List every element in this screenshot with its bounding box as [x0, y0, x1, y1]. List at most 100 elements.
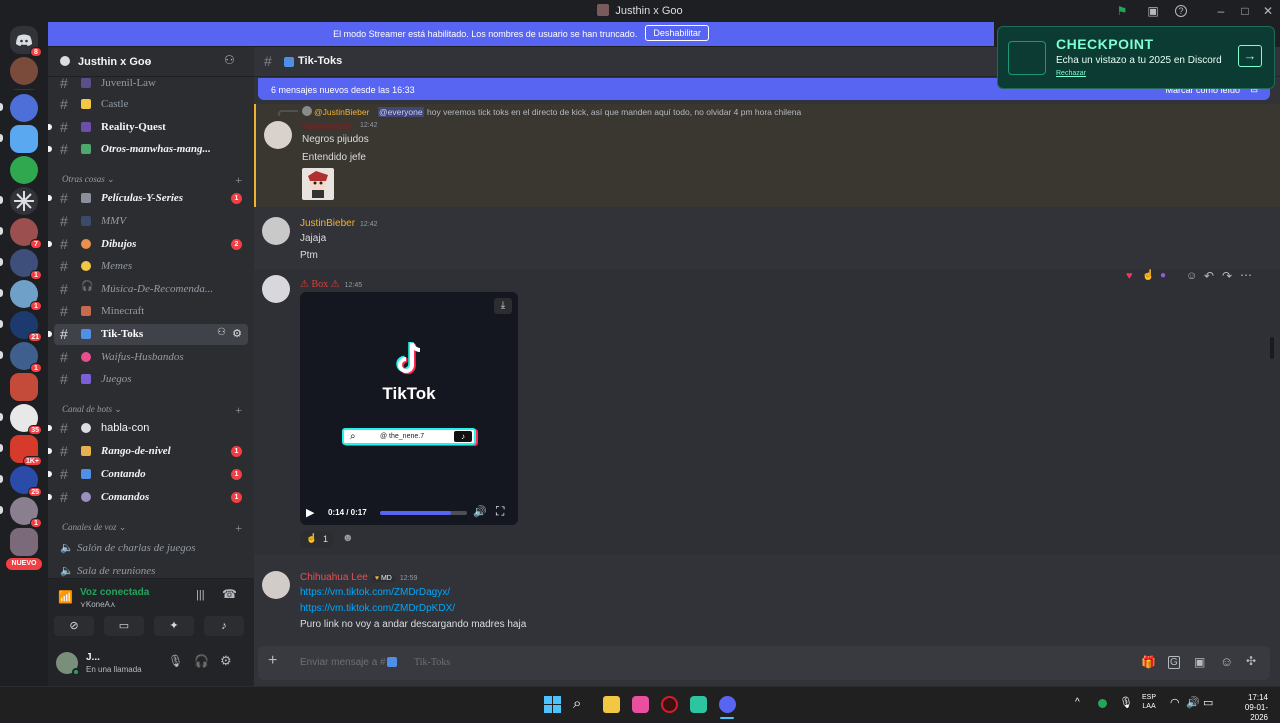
- soundboard-button[interactable]: ♪: [204, 616, 244, 636]
- add-channel-icon[interactable]: +: [235, 521, 242, 536]
- channel-item[interactable]: # Contando 1: [48, 464, 248, 485]
- message-link[interactable]: https://vm.tiktok.com/ZMDrDpKDX/: [300, 603, 455, 614]
- reply-author[interactable]: @JustinBieber: [314, 107, 369, 117]
- microphone-icon[interactable]: 🎙: [168, 654, 183, 668]
- play-icon[interactable]: ▶: [306, 506, 314, 519]
- invite-people-icon[interactable]: ⚇: [224, 53, 235, 67]
- channel-item[interactable]: # Minecraft: [54, 301, 248, 322]
- channel-item[interactable]: # Reality-Quest: [48, 117, 248, 138]
- channel-item[interactable]: # Waifus-Husbandos: [54, 347, 248, 368]
- maximize-icon[interactable]: □: [1237, 3, 1253, 19]
- server-icon[interactable]: [10, 156, 38, 184]
- message-composer[interactable]: + Enviar mensaje a # Tik-Toks 🎁 G ▣ ☺ ✣: [258, 646, 1270, 680]
- scrollbar-thumb[interactable]: [1270, 337, 1274, 359]
- app-icon[interactable]: [632, 696, 649, 713]
- chevron-up-icon[interactable]: ^: [1075, 697, 1080, 708]
- add-reaction-icon[interactable]: ☺: [1186, 270, 1197, 282]
- gif-icon[interactable]: G: [1168, 656, 1180, 669]
- channel-item[interactable]: # Otros-manwhas-mang...: [48, 139, 248, 160]
- message-author[interactable]: Chihuahua Lee ♥ MD 12:59: [300, 572, 417, 583]
- disable-streamer-button[interactable]: Deshabilitar: [645, 25, 709, 41]
- channel-item[interactable]: # 🎧 Música-De-Recomenda...: [54, 279, 248, 300]
- apps-icon[interactable]: ✣: [1246, 654, 1256, 668]
- guild-tag-badge[interactable]: ♥ MD: [371, 575, 395, 582]
- author-name[interactable]: Chihuahua Lee: [300, 572, 368, 583]
- settings-gear-icon[interactable]: ⚙: [220, 653, 232, 669]
- sticker-image[interactable]: [302, 168, 334, 200]
- channel-item[interactable]: # Dibujos 2: [48, 234, 248, 255]
- avatar[interactable]: [262, 571, 290, 599]
- eggplant-reaction-icon[interactable]: ●: [1160, 270, 1166, 281]
- voice-channel[interactable]: 🔈 Salón de charlas de juegos: [54, 539, 248, 559]
- everyone-mention[interactable]: @everyone: [378, 107, 424, 117]
- windows-start-icon[interactable]: [544, 696, 561, 713]
- clock[interactable]: 17:14 09-01-2026: [1228, 693, 1268, 723]
- language-indicator[interactable]: ESP LAA: [1142, 693, 1156, 711]
- channel-item[interactable]: # Memes: [54, 256, 248, 277]
- gear-icon[interactable]: ⚙: [232, 327, 242, 340]
- sticker-icon[interactable]: ▣: [1194, 655, 1205, 669]
- minimize-icon[interactable]: –: [1213, 3, 1229, 19]
- video-off-button[interactable]: ⊘: [54, 616, 94, 636]
- disconnect-icon[interactable]: ☎: [222, 587, 237, 601]
- reply-icon[interactable]: ↶: [1204, 269, 1214, 283]
- screen-share-button[interactable]: ▭: [104, 616, 144, 636]
- username[interactable]: J...: [86, 652, 100, 663]
- avatar[interactable]: [262, 275, 290, 303]
- add-channel-icon[interactable]: +: [235, 403, 242, 418]
- gift-icon[interactable]: 🎁: [1141, 655, 1156, 669]
- checkpoint-dismiss-link[interactable]: Rechazar: [1056, 70, 1086, 77]
- search-icon[interactable]: ⌕: [573, 696, 590, 713]
- new-badge[interactable]: NUEVO: [6, 558, 42, 570]
- message-link[interactable]: https://vm.tiktok.com/ZMDrDagyx/: [300, 587, 450, 598]
- channel-item[interactable]: # Juegos: [54, 369, 248, 390]
- fullscreen-icon[interactable]: ⛶: [496, 504, 504, 519]
- server-icon[interactable]: [10, 125, 38, 153]
- channel-item[interactable]: # Películas-Y-Series 1: [48, 188, 248, 209]
- voice-channel-label[interactable]: ⋎KoneA⋏: [80, 600, 116, 609]
- download-icon[interactable]: ⤓: [494, 298, 512, 314]
- reply-text[interactable]: hoy veremos tick toks en el directo de k…: [427, 107, 801, 117]
- server-icon[interactable]: 21: [10, 311, 42, 342]
- redacted-username[interactable]: [302, 123, 352, 129]
- emoji-icon[interactable]: ☺: [1220, 654, 1233, 669]
- server-icon[interactable]: 25: [10, 466, 42, 497]
- message-author[interactable]: JustinBieber 12:42: [300, 218, 378, 229]
- server-icon[interactable]: 1: [10, 249, 42, 280]
- message-author[interactable]: ⚠ Box ⚠ 12:45: [300, 279, 362, 290]
- avatar[interactable]: [262, 217, 290, 245]
- close-icon[interactable]: ✕: [1260, 3, 1276, 19]
- video-progress-track[interactable]: [380, 511, 467, 515]
- server-icon[interactable]: 1: [10, 497, 42, 528]
- guild-header[interactable]: Justhin x Goo ⌄ ⚇: [48, 47, 254, 77]
- server-icon[interactable]: [10, 528, 38, 556]
- app-icon[interactable]: [690, 696, 707, 713]
- category-voz[interactable]: Canales de voz ⌄ +: [54, 521, 248, 538]
- add-reaction-icon[interactable]: ☻: [342, 532, 354, 544]
- wifi-icon[interactable]: ◠: [1170, 696, 1180, 709]
- channel-item[interactable]: # Comandos 1: [48, 487, 248, 508]
- arrow-right-icon[interactable]: →: [1238, 45, 1262, 67]
- add-attachment-icon[interactable]: +: [268, 652, 277, 670]
- server-icon[interactable]: [10, 57, 38, 85]
- microphone-tray-icon[interactable]: 🎙: [1119, 696, 1133, 709]
- channel-item[interactable]: # habla-con: [48, 418, 248, 439]
- discord-home-icon[interactable]: 8: [10, 26, 42, 57]
- tray-status-icon[interactable]: [1098, 699, 1107, 708]
- flag-icon[interactable]: ⚑: [1114, 3, 1130, 19]
- invite-icon[interactable]: ⚇: [217, 327, 226, 338]
- checkpoint-promo[interactable]: CHECKPOINT Echa un vistazo a tu 2025 en …: [997, 26, 1275, 89]
- volume-icon[interactable]: 🔊: [473, 505, 487, 518]
- server-icon[interactable]: [10, 94, 38, 122]
- server-icon[interactable]: 35: [10, 404, 42, 435]
- inbox-icon[interactable]: ▣: [1145, 3, 1161, 19]
- battery-icon[interactable]: ▭: [1203, 696, 1213, 709]
- author-name[interactable]: JustinBieber: [300, 218, 355, 229]
- author-name[interactable]: ⚠ Box ⚠: [300, 279, 340, 290]
- channel-item[interactable]: # MMV: [54, 211, 248, 232]
- server-icon[interactable]: 1K+: [10, 435, 42, 466]
- forward-icon[interactable]: ↷: [1222, 269, 1232, 283]
- channel-item[interactable]: # Rango-de-nivel 1: [48, 441, 248, 462]
- headphones-icon[interactable]: 🎧: [194, 654, 209, 668]
- opera-icon[interactable]: [661, 696, 678, 713]
